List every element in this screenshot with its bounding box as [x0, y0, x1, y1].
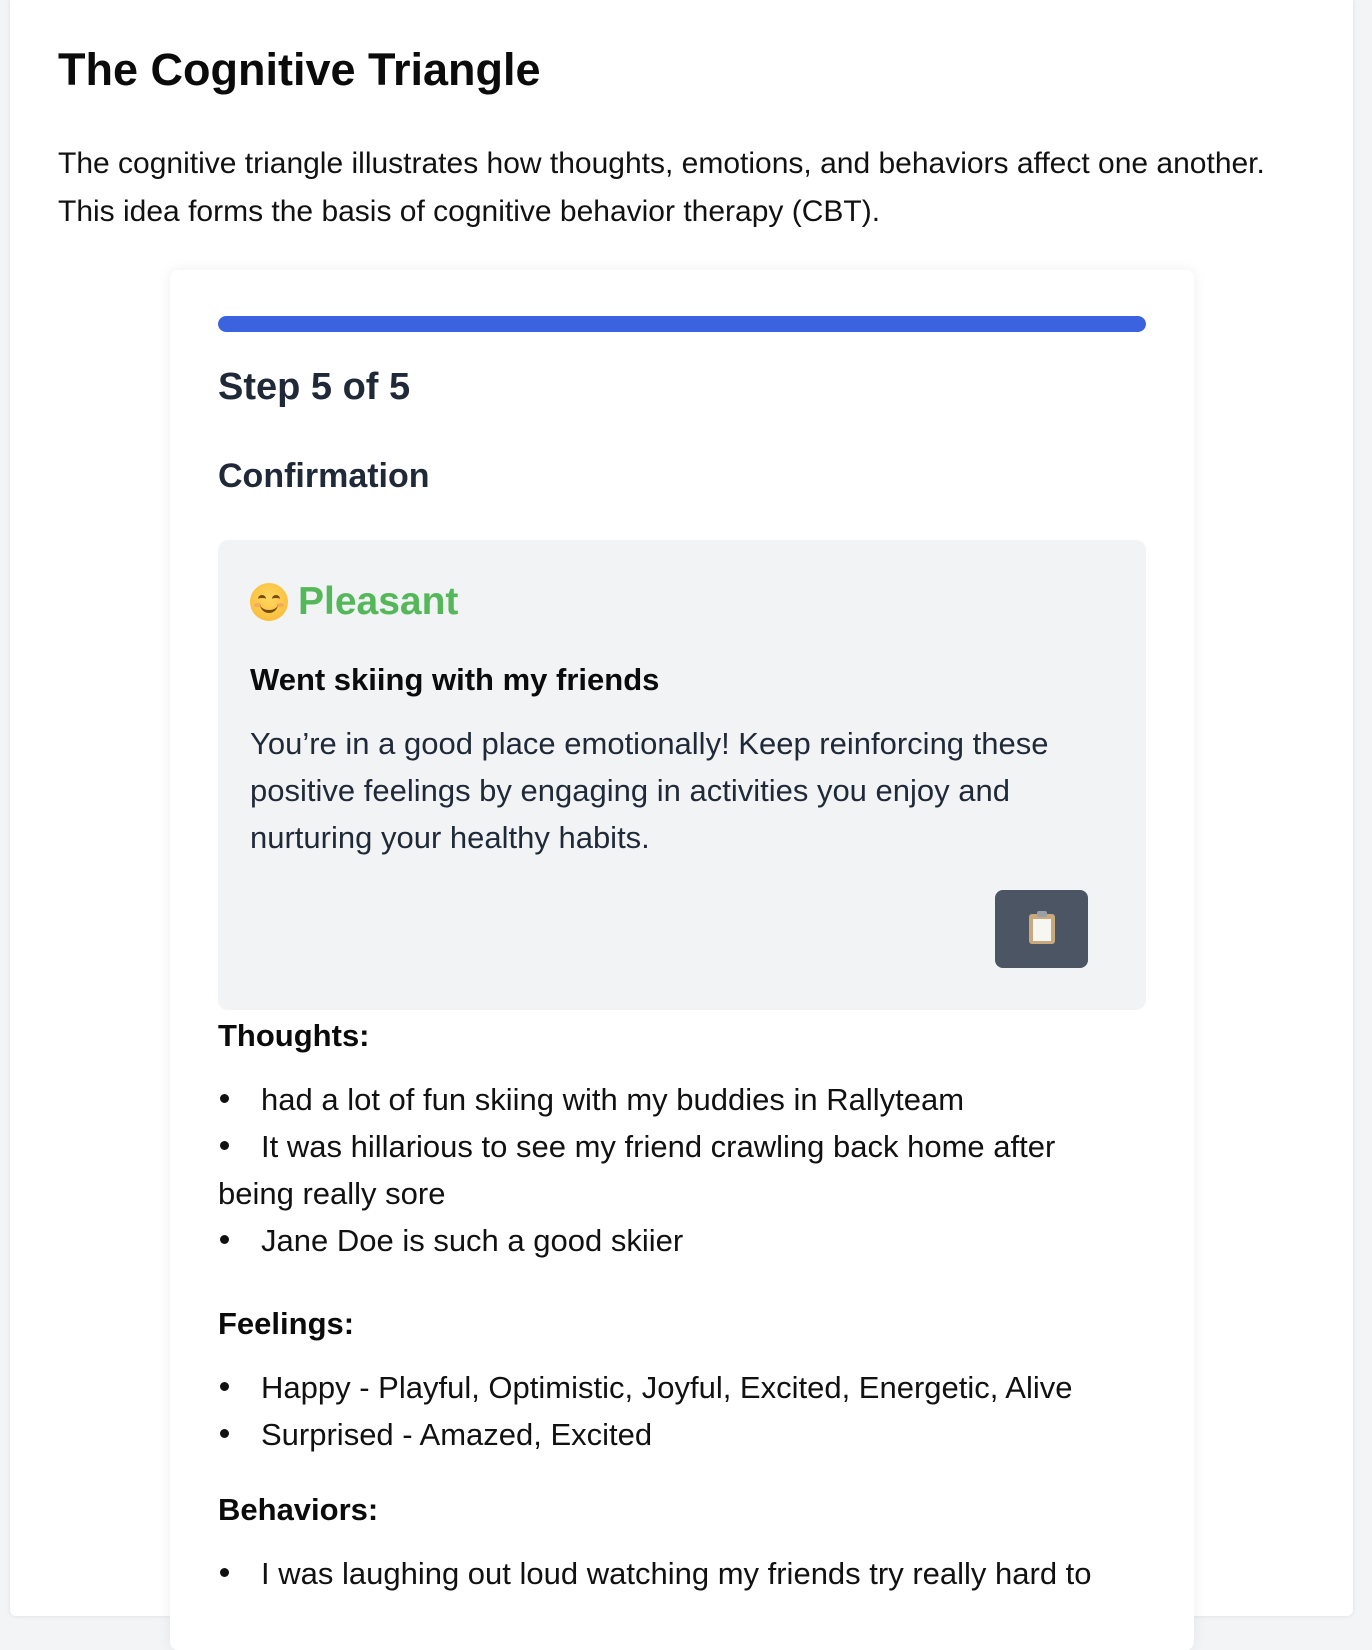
wizard-card: Step 5 of 5 Confirmation Pleasant Went s…: [170, 270, 1194, 1650]
progress-bar: [218, 316, 1146, 332]
list-item: Jane Doe is such a good skiier: [218, 1217, 1118, 1264]
thoughts-list: had a lot of fun skiing with my buddies …: [218, 1076, 1118, 1264]
mood-heading: Pleasant: [250, 580, 458, 624]
list-item: Surprised - Amazed, Excited: [218, 1411, 1118, 1458]
copy-button[interactable]: [995, 890, 1088, 968]
mood-summary-panel: Pleasant Went skiing with my friends You…: [218, 540, 1146, 1010]
behaviors-list: I was laughing out loud watching my frie…: [218, 1550, 1118, 1597]
feelings-heading: Feelings:: [218, 1306, 355, 1341]
step-title: Confirmation: [218, 457, 430, 495]
list-item: It was hillarious to see my friend crawl…: [218, 1129, 1056, 1211]
page-title: The Cognitive Triangle: [58, 44, 541, 95]
advice-text: You’re in a good place emotionally! Keep…: [250, 726, 1049, 855]
smiling-face-icon: [250, 583, 288, 621]
page-container: The Cognitive Triangle The cognitive tri…: [10, 0, 1353, 1650]
progress-bar-fill: [218, 316, 1146, 332]
event-title: Went skiing with my friends: [250, 662, 660, 697]
behaviors-heading: Behaviors:: [218, 1492, 379, 1527]
list-item: I was laughing out loud watching my frie…: [218, 1550, 1118, 1597]
clipboard-icon: [1028, 911, 1055, 944]
step-indicator: Step 5 of 5: [218, 366, 411, 408]
mood-label: Pleasant: [298, 580, 459, 623]
page-intro: The cognitive triangle illustrates how t…: [58, 147, 1265, 228]
list-item: had a lot of fun skiing with my buddies …: [218, 1076, 1118, 1123]
list-item: Happy - Playful, Optimistic, Joyful, Exc…: [218, 1364, 1118, 1411]
thoughts-heading: Thoughts:: [218, 1018, 370, 1053]
feelings-list: Happy - Playful, Optimistic, Joyful, Exc…: [218, 1364, 1118, 1458]
